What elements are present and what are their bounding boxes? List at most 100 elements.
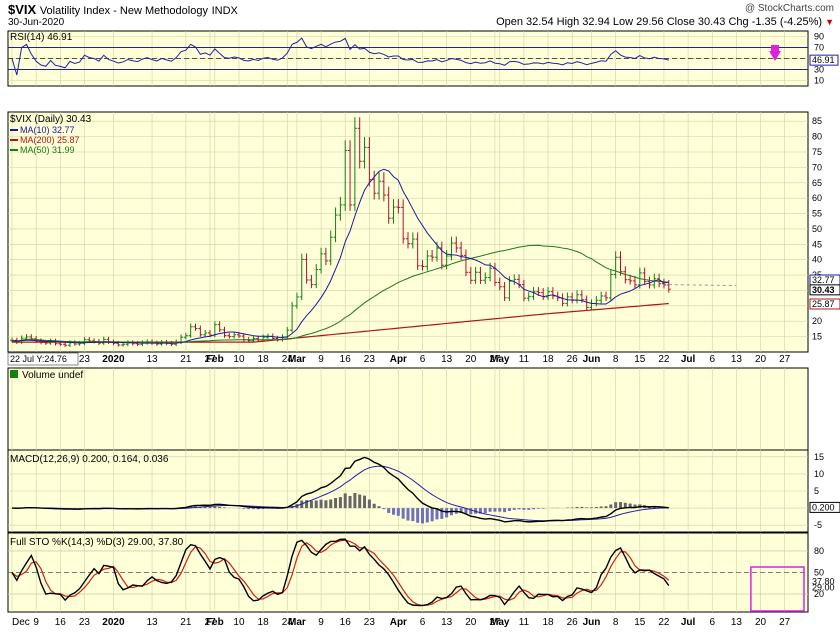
macd-histogram-bar [440, 508, 444, 519]
macd-histogram-bar [609, 504, 613, 509]
x-tick-label: May [490, 617, 510, 628]
x-tick-label: 2020 [102, 354, 125, 365]
macd-histogram-bar [488, 508, 492, 512]
macd-histogram-bar [218, 506, 222, 509]
x-tick-label: 16 [340, 617, 352, 628]
macd-label: MACD(12,26,9) 0.200, 0.164, 0.036 [10, 454, 169, 465]
x-tick-label: Mar [288, 354, 306, 365]
chart-date: 30-Jun-2020 [8, 17, 65, 28]
x-tick-label: 20 [755, 617, 767, 628]
macd-histogram-bar [527, 508, 531, 510]
x-tick-label: 10 [233, 617, 245, 628]
x-tick-label: May [490, 354, 510, 365]
macd-histogram-bar [541, 508, 545, 509]
macd-histogram-bar [430, 508, 434, 522]
price-panel-label: $VIX (Daily) 30.43 [10, 114, 92, 125]
macd-histogram-bar [618, 502, 622, 509]
x-tick-label: 15 [634, 354, 646, 365]
macd-histogram-bar [213, 506, 217, 509]
x-tick-label: 15 [634, 617, 646, 628]
macd-histogram-bar [493, 508, 497, 512]
macd-histogram-bar [507, 508, 511, 512]
x-tick-label: 6 [420, 617, 426, 628]
macd-histogram-bar [604, 506, 608, 509]
price-tick-label: 80 [812, 132, 822, 142]
x-tick-label: 22 [658, 617, 670, 628]
x-tick-label: 21 [180, 617, 192, 628]
x-tick-label: 20 [465, 354, 477, 365]
overbought-marker-stem [771, 45, 780, 51]
macd-tick-label: 10 [814, 469, 824, 479]
macd-histogram-bar [512, 508, 516, 510]
macd-tick-label: 5 [814, 486, 819, 496]
price-tick-label: 70 [812, 162, 822, 172]
x-tick-label: 9 [318, 354, 324, 365]
x-tick-label: 18 [258, 617, 270, 628]
price-tick-label: 55 [812, 209, 822, 219]
macd-histogram-bar [469, 508, 473, 515]
price-last-label: 25.87 [812, 299, 835, 309]
macd-histogram-bar [401, 508, 405, 519]
legend-ma200: MA(200) 25.87 [20, 135, 80, 145]
macd-histogram-bar [392, 508, 396, 515]
x-tick-label: Jul [681, 354, 696, 365]
price-tick-label: 45 [812, 239, 822, 249]
macd-histogram-bar [599, 506, 603, 509]
macd-histogram-bar [406, 508, 410, 521]
macd-histogram-bar [522, 508, 526, 510]
macd-histogram-bar [420, 508, 424, 524]
x-tick-label: 27 [779, 617, 791, 628]
x-tick-label: 13 [146, 617, 158, 628]
price-last-label: 32.77 [812, 275, 835, 285]
watermark: @ StockCharts.com [744, 3, 834, 14]
macd-histogram-bar [208, 507, 212, 509]
x-tick-label: Apr [390, 617, 407, 628]
x-tick-label: 6 [709, 617, 715, 628]
x-tick-label: 22 [658, 354, 670, 365]
macd-histogram-bar [222, 507, 226, 509]
x-tick-label: 23 [79, 617, 91, 628]
x-tick-label: 16 [340, 354, 352, 365]
volume-label: Volume undef [22, 370, 83, 381]
macd-histogram-bar [570, 507, 574, 509]
macd-histogram-bar [445, 508, 449, 518]
macd-histogram-bar [348, 495, 352, 509]
macd-histogram-bar [314, 500, 318, 509]
x-tick-label: 18 [542, 354, 554, 365]
x-tick-label: Mar [288, 617, 306, 628]
x-tick-label: 20 [755, 354, 767, 365]
macd-histogram-bar [358, 494, 362, 509]
price-tick-label: 75 [812, 147, 822, 157]
macd-histogram-bar [338, 497, 342, 509]
macd-histogram-bar [343, 493, 347, 509]
x-tick-label: 18 [542, 617, 554, 628]
macd-histogram-bar [396, 508, 400, 516]
rsi-label: RSI(14) 46.91 [10, 32, 73, 43]
x-tick-label: 13 [731, 354, 743, 365]
macd-histogram-bar [319, 499, 323, 509]
volume-legend-icon [10, 370, 18, 378]
macd-histogram-bar [498, 508, 502, 512]
macd-histogram-bar [329, 499, 333, 509]
macd-histogram-bar [614, 502, 618, 509]
x-tick-label: Dec [12, 617, 30, 628]
sto-value-label: 29.00 [812, 583, 835, 593]
macd-histogram-bar [387, 508, 391, 513]
macd-histogram-bar [363, 495, 367, 509]
ohlc-readout: Open 32.54 High 32.94 Low 29.56 Close 30… [496, 16, 834, 28]
x-tick-label: 8 [613, 617, 619, 628]
price-tick-label: 15 [812, 332, 822, 342]
rsi-tick-label: 70 [814, 43, 824, 53]
x-tick-label: Jun [583, 354, 601, 365]
x-tick-label: 23 [364, 617, 376, 628]
x-tick-label: 9 [318, 617, 324, 628]
x-tick-label: 10 [233, 354, 245, 365]
chart-header: $VIX Volatility Index - New Methodology … [0, 0, 840, 30]
macd-tick-label: 15 [814, 452, 824, 462]
x-tick-label: 8 [613, 354, 619, 365]
x-tick-label: 26 [567, 354, 579, 365]
x-tick-label: Jul [681, 617, 696, 628]
sto-label: Full STO %K(14,3) %D(3) 29.00, 37.80 [10, 537, 184, 548]
ohlc-text: Open 32.54 High 32.94 Low 29.56 Close 30… [496, 16, 823, 28]
macd-histogram-bar [425, 508, 429, 523]
